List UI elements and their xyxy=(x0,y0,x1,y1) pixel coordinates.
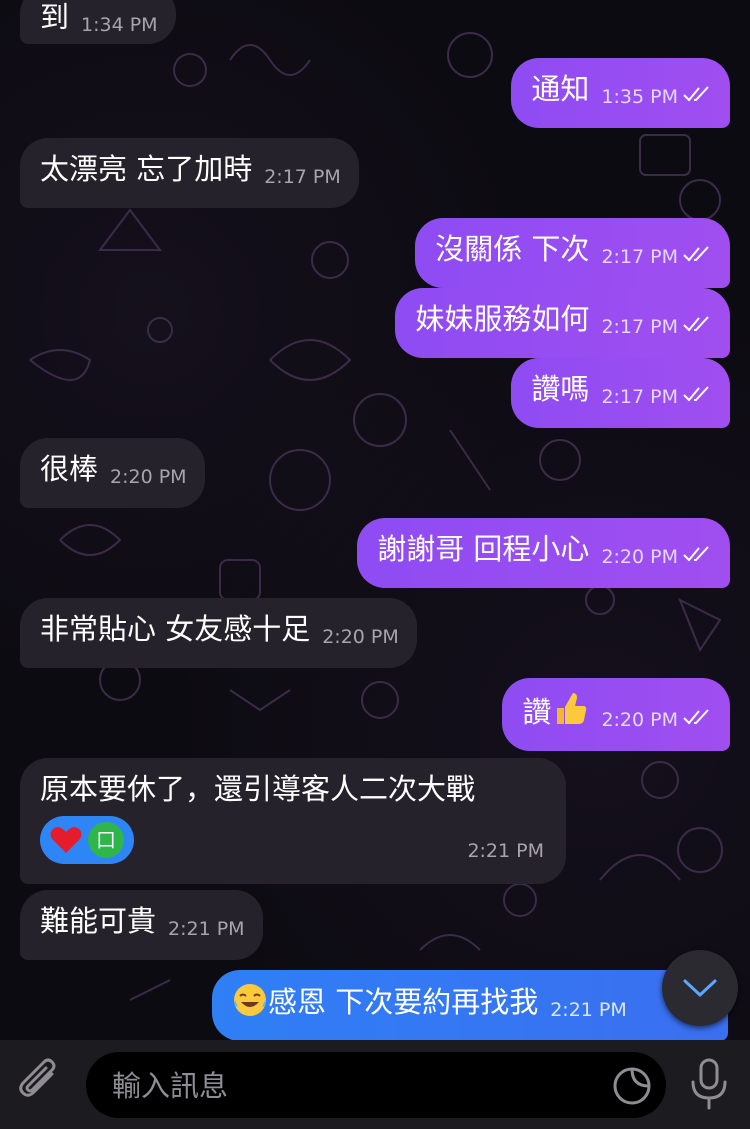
read-checkmarks-icon xyxy=(683,546,709,562)
message-outgoing[interactable]: 讚 2:20 PM xyxy=(502,678,730,751)
read-checkmarks-icon xyxy=(683,246,709,262)
message-time: 1:34 PM xyxy=(81,14,158,36)
read-checkmarks-icon xyxy=(683,709,709,725)
message-outgoing[interactable]: 沒關係 下次 2:17 PM xyxy=(415,218,730,288)
message-time: 2:21 PM xyxy=(467,840,544,862)
message-text: 讚嗎 xyxy=(531,372,590,406)
chevron-down-icon xyxy=(683,979,717,997)
message-text: 通知 xyxy=(531,72,590,106)
reaction-bar[interactable]: 口 xyxy=(40,816,134,864)
message-text: 非常貼心 女友感十足 xyxy=(40,612,311,646)
message-outgoing[interactable]: 通知 1:35 PM xyxy=(511,58,730,128)
thumbs-up-icon xyxy=(557,693,587,724)
message-input-container xyxy=(86,1052,666,1118)
read-checkmarks-icon xyxy=(683,316,709,332)
attach-button[interactable] xyxy=(18,1058,68,1110)
message-text: 難能可貴 xyxy=(40,904,157,938)
message-incoming[interactable]: 很棒 2:20 PM xyxy=(20,438,205,508)
message-time: 2:17 PM xyxy=(264,166,341,188)
message-text: 讚 xyxy=(522,695,552,729)
paperclip-icon xyxy=(19,1058,56,1097)
message-incoming[interactable]: 到 1:34 PM xyxy=(20,0,176,44)
read-checkmarks-icon xyxy=(683,86,709,102)
message-time: 2:17 PM xyxy=(601,386,678,408)
message-time: 2:20 PM xyxy=(601,709,678,731)
message-text: 感恩 下次要約再找我 xyxy=(268,985,539,1019)
message-text: 太漂亮 忘了加時 xyxy=(40,152,253,186)
message-text: 沒關係 下次 xyxy=(435,232,590,266)
message-input[interactable] xyxy=(110,1062,594,1110)
message-outgoing[interactable]: 讚嗎 2:17 PM xyxy=(511,358,730,428)
message-text: 很棒 xyxy=(40,452,99,486)
composer-bar xyxy=(0,1040,750,1129)
message-incoming[interactable]: 原本要休了，還引導客人二次大戰 口 2:21 PM xyxy=(20,758,566,884)
message-time: 2:20 PM xyxy=(322,626,399,648)
sticker-icon xyxy=(613,1067,651,1105)
microphone-button[interactable] xyxy=(684,1056,734,1112)
message-incoming[interactable]: 難能可貴 2:21 PM xyxy=(20,890,263,960)
microphone-icon xyxy=(691,1058,727,1110)
message-time: 1:35 PM xyxy=(601,86,678,108)
message-time: 2:21 PM xyxy=(550,999,627,1021)
heart-reaction-icon xyxy=(50,827,82,853)
message-outgoing[interactable]: 謝謝哥 回程小心 2:20 PM xyxy=(357,518,730,588)
message-time: 2:20 PM xyxy=(110,466,187,488)
read-checkmarks-icon xyxy=(683,386,709,402)
message-text: 妹妹服務如何 xyxy=(415,302,590,336)
message-time: 2:17 PM xyxy=(601,246,678,268)
chat-area: 到 1:34 PM 通知 1:35 PM 太漂亮 忘了加時 2:17 PM 沒關係 下… xyxy=(0,0,750,1040)
sticker-button[interactable] xyxy=(608,1062,656,1110)
reactor-avatar: 口 xyxy=(88,822,124,858)
message-time: 2:20 PM xyxy=(601,546,678,568)
message-text: 到 xyxy=(40,0,70,34)
message-outgoing[interactable]: 感恩 下次要約再找我 2:21 PM xyxy=(212,970,728,1040)
message-text: 謝謝哥 回程小心 xyxy=(377,532,590,566)
message-incoming[interactable]: 太漂亮 忘了加時 2:17 PM xyxy=(20,138,359,208)
message-incoming[interactable]: 非常貼心 女友感十足 2:20 PM xyxy=(20,598,417,668)
message-outgoing[interactable]: 妹妹服務如何 2:17 PM xyxy=(395,288,730,358)
message-time: 2:21 PM xyxy=(168,918,245,940)
laughing-tears-icon xyxy=(234,984,266,1016)
message-time: 2:17 PM xyxy=(601,316,678,338)
message-text: 原本要休了，還引導客人二次大戰 xyxy=(40,772,476,806)
scroll-to-bottom-button[interactable] xyxy=(662,950,738,1026)
